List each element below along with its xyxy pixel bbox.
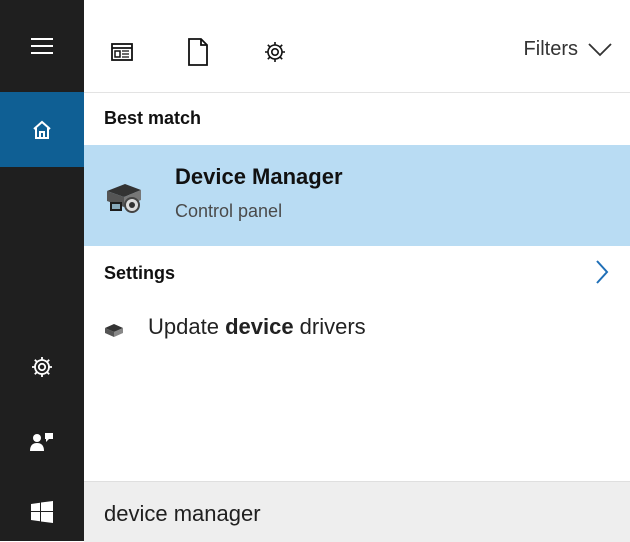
feedback-icon [30,433,53,451]
device-manager-icon [107,184,141,213]
update-device-drivers-label: Update device drivers [148,314,366,340]
settings-icon [32,357,52,377]
hamburger-menu-button[interactable] [0,0,84,92]
gear-icon [265,42,285,62]
windows-logo-icon [31,500,53,523]
setting-text-suffix: drivers [293,314,366,339]
apps-icon [111,43,133,61]
filter-toolbar: Filters [84,0,630,93]
search-box[interactable]: device manager [84,481,630,542]
search-query[interactable]: device manager [104,501,261,527]
home-button[interactable] [0,92,84,167]
start-button[interactable] [0,482,84,541]
best-match-subtitle: Control panel [175,201,283,221]
feedback-button[interactable] [0,414,84,472]
device-drivers-icon [105,324,123,337]
settings-heading: Settings [104,263,176,283]
settings-filter-button[interactable] [261,36,289,68]
left-rail [0,0,84,541]
filters-dropdown[interactable]: Filters [524,38,612,61]
best-match-heading: Best match [104,108,202,128]
documents-filter-button[interactable] [184,36,212,68]
apps-filter-button[interactable] [108,36,136,68]
chevron-right-icon[interactable] [592,257,612,287]
home-icon [33,120,51,139]
best-match-title: Device Manager [175,164,343,189]
settings-button[interactable] [0,338,84,396]
hamburger-menu-icon [31,38,53,54]
setting-text-prefix: Update [148,314,226,339]
document-icon [188,38,208,66]
search-panel: Filters Best match Device Manager Contro… [84,0,630,542]
update-device-drivers-result[interactable]: Update device drivers [84,306,630,348]
best-match-result[interactable]: Device Manager Control panel [84,145,630,246]
setting-text-highlight: device [225,314,294,339]
chevron-down-icon [588,42,612,56]
filters-label: Filters [523,38,578,60]
